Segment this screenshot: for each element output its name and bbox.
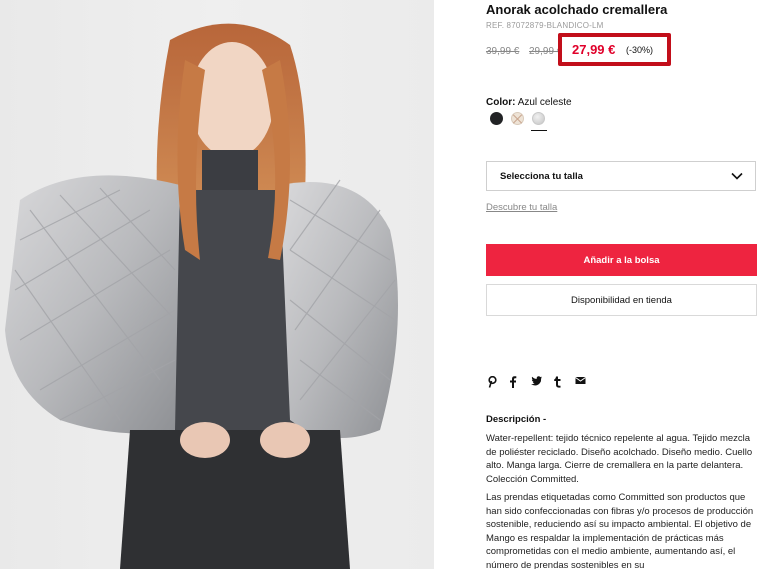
size-select[interactable]: Selecciona tu talla	[486, 161, 756, 191]
facebook-icon[interactable]	[509, 376, 519, 388]
color-swatch-crudo[interactable]	[511, 112, 524, 125]
model-wearing-jacket-illustration	[5, 23, 398, 569]
description-title[interactable]: Descripción -	[486, 414, 546, 425]
product-title: Anorak acolchado cremallera	[486, 2, 668, 17]
color-label-title: Color:	[486, 97, 516, 108]
email-icon[interactable]	[575, 376, 586, 388]
discount-badge: (-30%)	[626, 45, 654, 55]
product-info-panel: Anorak acolchado cremallera REF. 8707287…	[486, 0, 758, 569]
description-paragraph: Water-repellent: tejido técnico repelent…	[486, 433, 753, 485]
color-label: Color: Azul celeste	[486, 97, 572, 108]
add-to-bag-button[interactable]: Añadir a la bolsa	[486, 244, 757, 276]
selected-swatch-indicator	[531, 130, 547, 131]
twitter-icon[interactable]	[531, 376, 542, 388]
chevron-down-icon	[731, 172, 743, 180]
store-availability-button[interactable]: Disponibilidad en tienda	[486, 284, 757, 316]
product-image[interactable]	[0, 0, 434, 569]
size-guide-link[interactable]: Descubre tu talla	[486, 202, 557, 213]
pinterest-icon[interactable]	[487, 376, 497, 388]
description-paragraph-committed: Las prendas etiquetadas como Committed s…	[486, 492, 754, 569]
size-select-label: Selecciona tu talla	[500, 171, 583, 182]
current-price-highlight: 27,99 € (-30%)	[558, 33, 671, 66]
current-price: 27,99 €	[572, 42, 616, 57]
color-swatch-negro[interactable]	[490, 112, 503, 125]
color-value: Azul celeste	[517, 97, 572, 108]
tumblr-icon[interactable]	[553, 376, 563, 388]
product-reference: REF. 87072879-BLANDICO-LM	[486, 21, 604, 30]
share-icons	[487, 375, 586, 389]
color-swatch-azul-celeste[interactable]	[532, 112, 545, 125]
original-price: 39,99 €	[486, 46, 520, 57]
